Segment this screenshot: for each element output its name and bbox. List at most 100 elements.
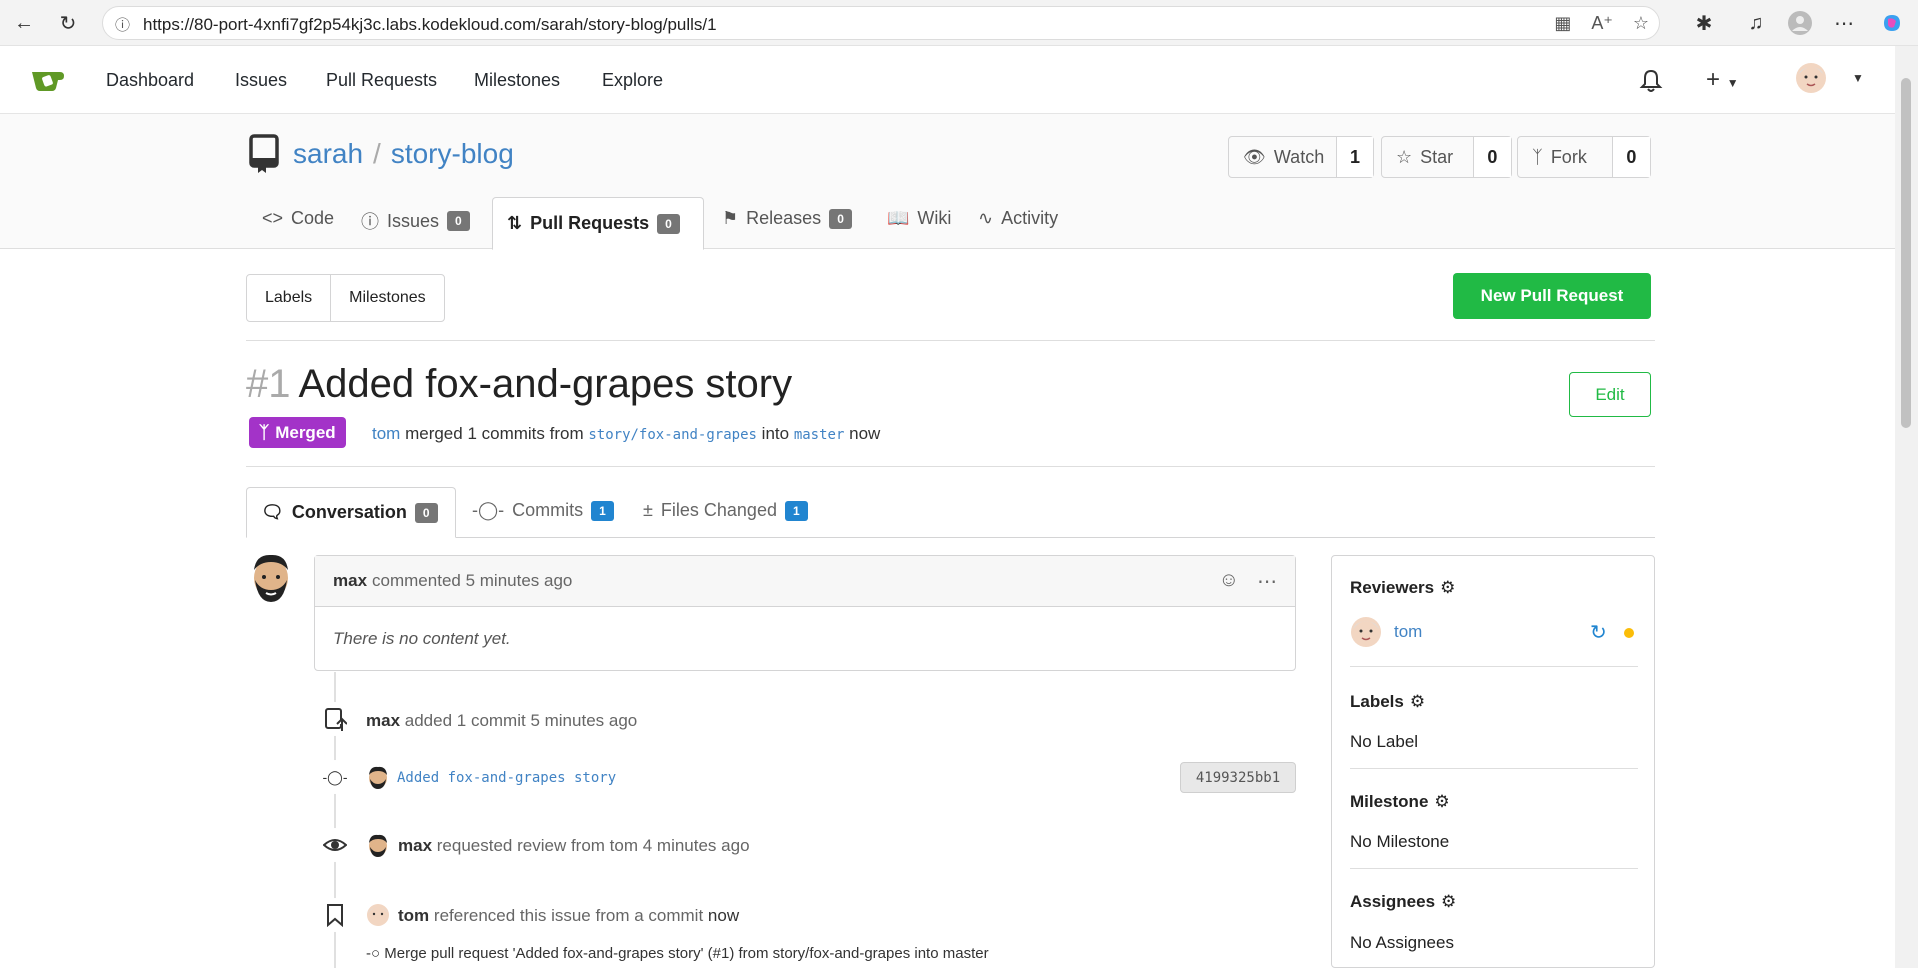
nav-dashboard[interactable]: Dashboard xyxy=(106,70,194,91)
gear-icon[interactable]: ⚙ xyxy=(1410,692,1425,712)
refresh-icon[interactable]: ↻ xyxy=(56,11,80,35)
assignees-heading[interactable]: Assignees ⚙ xyxy=(1350,892,1456,912)
url-text[interactable]: https://80-port-4xnfi7gf2p54kj3c.labs.ko… xyxy=(143,15,717,35)
head-branch-link[interactable]: story/fox-and-grapes xyxy=(588,427,757,443)
divider xyxy=(1350,768,1638,769)
star-button[interactable]: ☆ Star 0 xyxy=(1381,136,1512,178)
tab-issues[interactable]: ⓘ Issues 0 xyxy=(361,208,470,234)
bookmark-icon xyxy=(318,898,352,932)
site-info-icon[interactable]: ⓘ xyxy=(115,14,130,35)
reviewer-link[interactable]: tom xyxy=(1394,622,1422,642)
more-icon[interactable]: ⋯ xyxy=(1832,11,1856,35)
back-icon[interactable]: ← xyxy=(12,11,36,35)
nav-explore[interactable]: Explore xyxy=(602,70,663,91)
commit-message-link[interactable]: Added fox-and-grapes story xyxy=(397,770,616,786)
tab-commits[interactable]: -◯- Commits 1 xyxy=(472,500,614,521)
user-menu-caret-icon[interactable]: ▼ xyxy=(1852,71,1864,85)
merged-text: merged 1 commits from xyxy=(405,424,584,443)
reviewer-avatar[interactable] xyxy=(1350,616,1382,648)
edit-title-button[interactable]: Edit xyxy=(1569,372,1651,417)
tab-wiki[interactable]: 📖 Wiki xyxy=(887,208,951,229)
tab-files-changed[interactable]: ± Files Changed 1 xyxy=(643,500,808,521)
tab-conversation[interactable]: 🗨 Conversation 0 xyxy=(246,487,456,538)
app-icon[interactable]: ▦ xyxy=(1554,13,1571,34)
event-author[interactable]: max xyxy=(366,711,400,730)
user-avatar[interactable] xyxy=(1795,62,1827,94)
repo-owner-link[interactable]: sarah xyxy=(293,138,363,169)
comment-menu-icon[interactable]: ⋯ xyxy=(1257,569,1277,594)
divider xyxy=(246,466,1655,467)
nav-pull-requests[interactable]: Pull Requests xyxy=(326,70,437,91)
repo-name-link[interactable]: story-blog xyxy=(391,138,514,169)
address-bar[interactable]: ⓘ https://80-port-4xnfi7gf2p54kj3c.labs.… xyxy=(102,6,1660,40)
fork-button[interactable]: ᛉ Fork 0 xyxy=(1517,136,1651,178)
milestone-heading[interactable]: Milestone ⚙ xyxy=(1350,792,1450,812)
reviewers-heading[interactable]: Reviewers ⚙ xyxy=(1350,578,1455,598)
commit-sha-button[interactable]: 4199325bb1 xyxy=(1180,762,1296,793)
pr-title-text: Added fox-and-grapes story xyxy=(298,362,793,406)
commit-event: max added 1 commit 5 minutes ago xyxy=(366,711,637,731)
commit-node-icon: -◯- xyxy=(318,760,352,794)
repo-title: sarah / story-blog xyxy=(293,138,514,170)
milestones-button[interactable]: Milestones xyxy=(330,275,443,321)
reference-author-avatar[interactable] xyxy=(366,903,390,927)
event-author[interactable]: tom xyxy=(398,906,429,925)
comment-header: max commented 5 minutes ago ☺ ⋯ xyxy=(315,556,1295,607)
commenter-avatar[interactable] xyxy=(248,552,294,604)
labels-heading[interactable]: Labels ⚙ xyxy=(1350,692,1425,712)
emoji-reaction-icon[interactable]: ☺ xyxy=(1219,569,1239,594)
tab-code[interactable]: <> Code xyxy=(262,208,334,229)
read-aloud-icon[interactable]: A⁺ xyxy=(1591,13,1613,34)
re-request-review-icon[interactable]: ↻ xyxy=(1590,620,1607,645)
copilot-icon[interactable] xyxy=(1880,11,1904,35)
fork-count[interactable]: 0 xyxy=(1612,137,1650,177)
gear-icon[interactable]: ⚙ xyxy=(1434,792,1449,812)
reference-commit-link[interactable]: Merge pull request 'Added fox-and-grapes… xyxy=(384,945,988,962)
pull-request-icon: ⇅ xyxy=(507,213,523,233)
favorite-icon[interactable]: ☆ xyxy=(1633,13,1649,34)
nav-issues[interactable]: Issues xyxy=(235,70,287,91)
releases-count-badge: 0 xyxy=(829,208,852,229)
star-icon: ☆ xyxy=(1396,146,1413,167)
pr-merge-summary: tom merged 1 commits from story/fox-and-… xyxy=(372,424,880,444)
tab-label: Releases xyxy=(746,208,822,228)
gitea-logo-icon[interactable] xyxy=(30,66,66,94)
divider xyxy=(1350,666,1638,667)
tab-activity[interactable]: ∿ Activity xyxy=(978,208,1058,229)
tab-label: Wiki xyxy=(917,208,952,228)
collections-icon[interactable]: ♫ xyxy=(1744,11,1768,35)
notification-bell-icon[interactable] xyxy=(1638,68,1664,94)
gear-icon[interactable]: ⚙ xyxy=(1440,578,1455,598)
comment-author[interactable]: max xyxy=(333,571,367,591)
nav-milestones[interactable]: Milestones xyxy=(474,70,560,91)
watch-count[interactable]: 1 xyxy=(1337,137,1373,177)
divider xyxy=(1350,868,1638,869)
base-branch-link[interactable]: master xyxy=(794,427,845,443)
review-request-event: max requested review from tom 4 minutes … xyxy=(398,836,750,856)
tab-label: Activity xyxy=(1001,208,1059,228)
issue-icon: ⓘ xyxy=(361,212,379,232)
tab-releases[interactable]: ⚑ Releases 0 xyxy=(722,208,852,229)
create-new-dropdown[interactable]: + ▼ xyxy=(1706,66,1739,94)
merger-link[interactable]: tom xyxy=(372,424,400,443)
labels-button[interactable]: Labels xyxy=(247,275,330,321)
new-pull-request-button[interactable]: New Pull Request xyxy=(1453,273,1651,319)
event-author[interactable]: max xyxy=(398,836,432,855)
tab-pull-requests[interactable]: ⇅ Pull Requests 0 xyxy=(492,197,704,250)
comment-action: commented 5 minutes ago xyxy=(372,571,573,590)
tab-label: Issues xyxy=(387,210,440,231)
extensions-icon[interactable]: ✱ xyxy=(1692,11,1716,35)
scrollbar-thumb[interactable] xyxy=(1901,78,1911,428)
into-text: into xyxy=(761,424,790,443)
reviewer-requester-avatar[interactable] xyxy=(366,833,390,857)
gear-icon[interactable]: ⚙ xyxy=(1441,892,1456,912)
watch-button[interactable]: 👁 Watch 1 xyxy=(1228,136,1374,178)
page-scrollbar[interactable] xyxy=(1895,46,1918,968)
comment-box: max commented 5 minutes ago ☺ ⋯ There is… xyxy=(314,555,1296,671)
commit-author-avatar[interactable] xyxy=(366,765,390,789)
files-count-badge: 1 xyxy=(784,500,808,521)
top-navigation: Dashboard Issues Pull Requests Milestone… xyxy=(0,46,1895,114)
merge-icon: ᛉ xyxy=(259,422,270,442)
star-count[interactable]: 0 xyxy=(1473,137,1511,177)
profile-icon[interactable] xyxy=(1788,11,1812,35)
